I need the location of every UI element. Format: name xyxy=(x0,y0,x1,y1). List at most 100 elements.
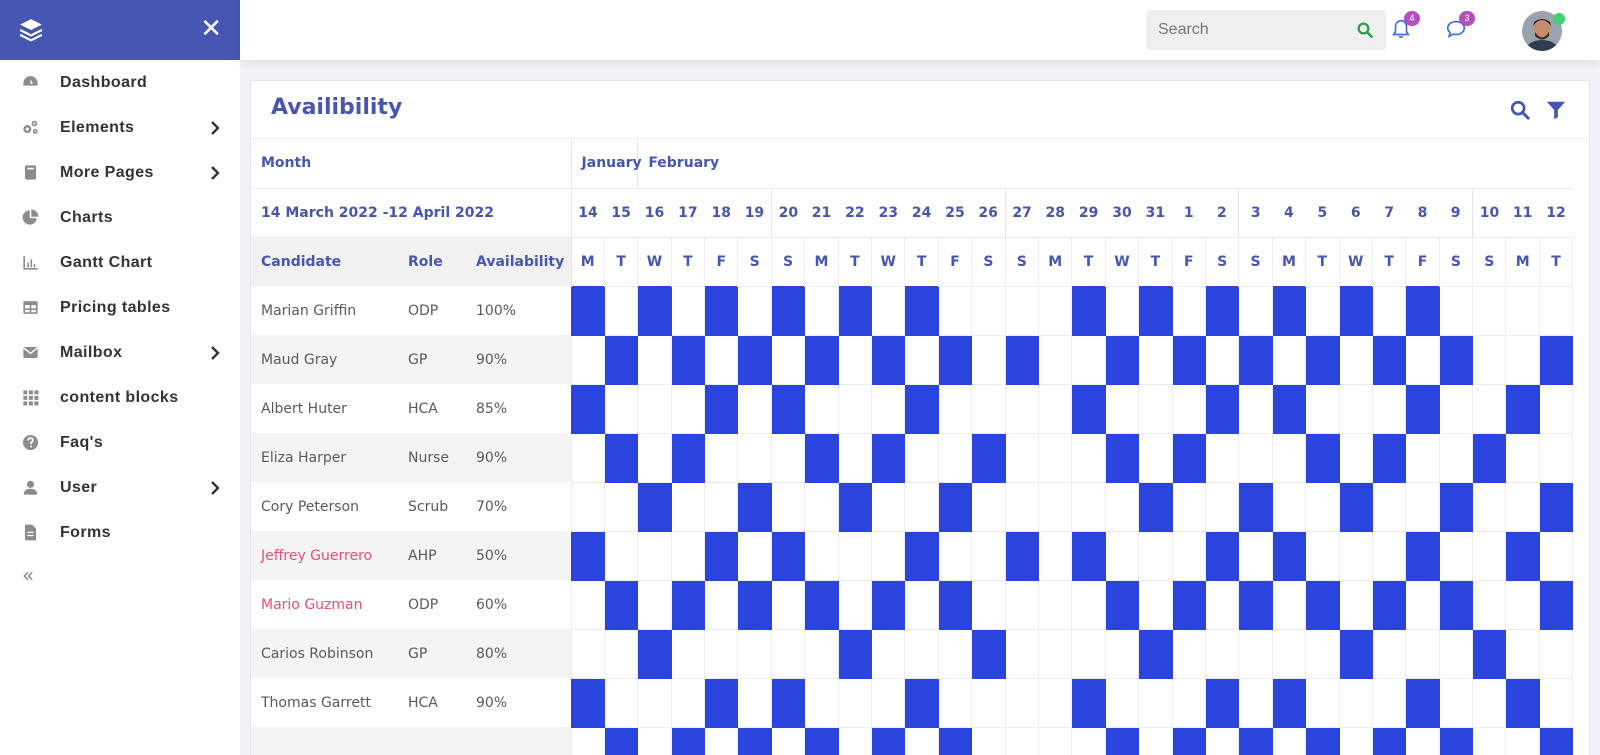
availability-cell-empty[interactable] xyxy=(1138,530,1173,581)
availability-cell-available[interactable] xyxy=(1071,530,1106,581)
availability-cell-empty[interactable] xyxy=(1171,530,1206,581)
availability-cell-empty[interactable] xyxy=(1271,334,1307,385)
availability-cell-available[interactable] xyxy=(1438,726,1474,755)
availability-cell-available[interactable] xyxy=(704,530,739,581)
availability-cell-empty[interactable] xyxy=(770,334,806,385)
availability-cell-empty[interactable] xyxy=(1472,530,1507,581)
availability-cell-empty[interactable] xyxy=(1538,677,1574,728)
availability-cell-available[interactable] xyxy=(737,334,772,385)
sidebar-item-faq-s[interactable]: Faq's xyxy=(0,420,240,465)
availability-cell-available[interactable] xyxy=(937,726,973,755)
availability-cell-available[interactable] xyxy=(937,481,973,532)
availability-cell-empty[interactable] xyxy=(1505,628,1540,679)
availability-cell-empty[interactable] xyxy=(804,285,839,336)
search-icon[interactable] xyxy=(1356,21,1374,39)
sidebar-item-user[interactable]: User xyxy=(0,465,240,510)
availability-cell-available[interactable] xyxy=(871,334,906,385)
candidate-name[interactable]: Cory Peterson xyxy=(251,482,398,531)
availability-cell-available[interactable] xyxy=(871,432,906,483)
availability-cell-empty[interactable] xyxy=(737,285,772,336)
availability-cell-empty[interactable] xyxy=(637,726,672,755)
candidate-name[interactable] xyxy=(251,727,398,755)
availability-cell-empty[interactable] xyxy=(1338,383,1373,434)
availability-cell-empty[interactable] xyxy=(1238,628,1273,679)
availability-cell-empty[interactable] xyxy=(1472,285,1507,336)
availability-cell-empty[interactable] xyxy=(1338,677,1373,728)
availability-cell-empty[interactable] xyxy=(637,383,672,434)
availability-cell-available[interactable] xyxy=(1338,628,1373,679)
availability-cell-empty[interactable] xyxy=(770,628,806,679)
availability-cell-available[interactable] xyxy=(704,677,739,728)
availability-cell-empty[interactable] xyxy=(1004,726,1040,755)
availability-cell-empty[interactable] xyxy=(904,432,939,483)
search-input[interactable] xyxy=(1146,21,1346,39)
availability-cell-available[interactable] xyxy=(1438,481,1474,532)
availability-cell-empty[interactable] xyxy=(804,628,839,679)
availability-cell-available[interactable] xyxy=(937,334,973,385)
availability-cell-available[interactable] xyxy=(1505,677,1540,728)
availability-cell-available[interactable] xyxy=(1505,530,1540,581)
availability-cell-empty[interactable] xyxy=(837,530,873,581)
availability-cell-available[interactable] xyxy=(1004,530,1040,581)
availability-cell-empty[interactable] xyxy=(737,677,772,728)
availability-cell-empty[interactable] xyxy=(1505,726,1540,755)
availability-cell-empty[interactable] xyxy=(804,530,839,581)
availability-cell-empty[interactable] xyxy=(1138,726,1173,755)
availability-cell-available[interactable] xyxy=(1104,726,1140,755)
notifications-button[interactable]: 4 xyxy=(1390,11,1420,42)
availability-cell-empty[interactable] xyxy=(937,383,973,434)
availability-cell-empty[interactable] xyxy=(1138,334,1173,385)
availability-cell-empty[interactable] xyxy=(1171,383,1206,434)
availability-cell-empty[interactable] xyxy=(1037,530,1073,581)
availability-cell-available[interactable] xyxy=(603,726,639,755)
search-icon[interactable] xyxy=(1509,99,1531,121)
availability-cell-empty[interactable] xyxy=(770,579,806,630)
candidate-name[interactable]: Albert Huter xyxy=(251,384,398,433)
availability-cell-empty[interactable] xyxy=(971,481,1006,532)
availability-cell-empty[interactable] xyxy=(804,677,839,728)
availability-cell-empty[interactable] xyxy=(1204,628,1240,679)
availability-cell-empty[interactable] xyxy=(704,432,739,483)
availability-cell-empty[interactable] xyxy=(1204,334,1240,385)
availability-cell-empty[interactable] xyxy=(1238,432,1273,483)
col-header-candidate[interactable]: Candidate xyxy=(251,237,398,286)
availability-cell-empty[interactable] xyxy=(570,481,605,532)
availability-cell-empty[interactable] xyxy=(1037,334,1073,385)
availability-cell-available[interactable] xyxy=(1371,334,1407,385)
availability-cell-available[interactable] xyxy=(670,334,706,385)
availability-cell-empty[interactable] xyxy=(1271,432,1307,483)
availability-cell-empty[interactable] xyxy=(603,481,639,532)
availability-cell-empty[interactable] xyxy=(637,334,672,385)
availability-cell-empty[interactable] xyxy=(1071,432,1106,483)
availability-cell-empty[interactable] xyxy=(1538,432,1574,483)
availability-cell-available[interactable] xyxy=(737,726,772,755)
availability-cell-empty[interactable] xyxy=(971,383,1006,434)
availability-cell-empty[interactable] xyxy=(1037,628,1073,679)
availability-cell-empty[interactable] xyxy=(904,481,939,532)
availability-cell-empty[interactable] xyxy=(737,432,772,483)
availability-cell-available[interactable] xyxy=(737,579,772,630)
table-row[interactable]: Carios Robinson GP 80% xyxy=(251,628,1574,679)
availability-cell-empty[interactable] xyxy=(637,530,672,581)
availability-cell-available[interactable] xyxy=(770,677,806,728)
availability-cell-empty[interactable] xyxy=(704,334,739,385)
sidebar-item-mailbox[interactable]: Mailbox xyxy=(0,330,240,375)
availability-cell-empty[interactable] xyxy=(1071,579,1106,630)
availability-cell-empty[interactable] xyxy=(1305,285,1340,336)
table-row[interactable]: Marian Griffin ODP 100% xyxy=(251,285,1574,336)
availability-cell-available[interactable] xyxy=(570,383,605,434)
availability-cell-empty[interactable] xyxy=(637,432,672,483)
availability-cell-available[interactable] xyxy=(770,383,806,434)
availability-cell-empty[interactable] xyxy=(1472,726,1507,755)
availability-cell-empty[interactable] xyxy=(871,481,906,532)
filter-icon[interactable] xyxy=(1545,99,1567,121)
availability-cell-available[interactable] xyxy=(1472,628,1507,679)
availability-cell-available[interactable] xyxy=(1305,432,1340,483)
availability-cell-empty[interactable] xyxy=(1538,530,1574,581)
availability-cell-empty[interactable] xyxy=(1037,726,1073,755)
availability-cell-available[interactable] xyxy=(1438,579,1474,630)
availability-cell-empty[interactable] xyxy=(1104,383,1140,434)
availability-cell-empty[interactable] xyxy=(837,677,873,728)
availability-cell-available[interactable] xyxy=(770,285,806,336)
availability-cell-empty[interactable] xyxy=(1171,628,1206,679)
